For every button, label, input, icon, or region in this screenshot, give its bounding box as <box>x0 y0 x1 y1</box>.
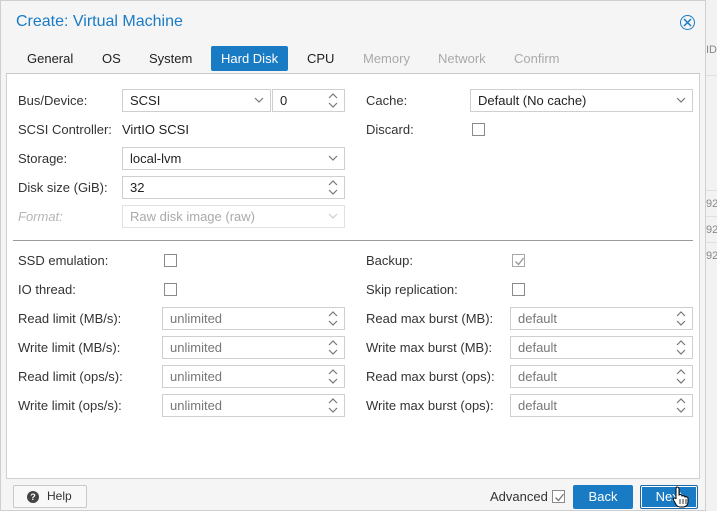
spinner-arrows-icon <box>676 369 686 384</box>
spinner-arrows-icon <box>676 398 686 413</box>
storage-value: local-lvm <box>130 151 182 166</box>
background-text: ID <box>706 44 717 56</box>
read-max-burst-ops-input[interactable]: default <box>510 365 693 388</box>
read-limit-mbs-input[interactable]: unlimited <box>162 307 345 330</box>
write-max-burst-mb-label: Write max burst (MB): <box>366 340 493 355</box>
spinner-arrows-icon <box>676 340 686 355</box>
read-max-burst-ops-label: Read max burst (ops): <box>366 369 495 384</box>
disk-size-label: Disk size (GiB): <box>18 180 108 195</box>
read-limit-ops-label: Read limit (ops/s): <box>18 369 123 384</box>
spinner-arrows-icon <box>328 398 338 413</box>
ssd-emulation-checkbox[interactable] <box>164 254 177 267</box>
chevron-down-icon <box>676 97 686 103</box>
format-select: Raw disk image (raw) <box>122 205 345 228</box>
chevron-down-icon <box>328 155 338 161</box>
tab-system[interactable]: System <box>139 46 202 71</box>
read-max-burst-mb-input[interactable]: default <box>510 307 693 330</box>
read-limit-ops-input[interactable]: unlimited <box>162 365 345 388</box>
chevron-down-icon <box>254 97 264 103</box>
write-limit-mbs-label: Write limit (MB/s): <box>18 340 121 355</box>
wizard-tabs: General OS System Hard Disk CPU Memory N… <box>1 46 705 72</box>
spinner-arrows-icon <box>328 340 338 355</box>
write-limit-mbs-input[interactable]: unlimited <box>162 336 345 359</box>
help-button[interactable]: ? Help <box>13 485 87 508</box>
scsi-controller-value: VirtIO SCSI <box>122 122 189 137</box>
format-value: Raw disk image (raw) <box>130 209 255 224</box>
question-circle-icon: ? <box>27 491 39 503</box>
tab-cpu[interactable]: CPU <box>297 46 344 71</box>
disk-size-value: 32 <box>130 180 145 195</box>
checkmark-icon <box>515 257 525 266</box>
chevron-down-icon <box>328 213 338 219</box>
disk-size-spinner[interactable]: 32 <box>122 176 345 199</box>
background-text: 92 <box>706 250 717 262</box>
advanced-separator <box>13 240 693 241</box>
cache-value: Default (No cache) <box>478 93 587 108</box>
write-max-burst-ops-input[interactable]: default <box>510 394 693 417</box>
storage-label: Storage: <box>18 151 68 166</box>
skip-replication-checkbox[interactable] <box>512 283 525 296</box>
create-vm-dialog: Create: Virtual Machine General OS Syste… <box>0 0 706 511</box>
cache-select[interactable]: Default (No cache) <box>470 89 693 112</box>
tab-general[interactable]: General <box>17 46 83 71</box>
close-icon[interactable] <box>680 15 695 30</box>
tab-confirm: Confirm <box>514 51 560 66</box>
io-thread-label: IO thread: <box>18 282 76 297</box>
write-limit-ops-label: Write limit (ops/s): <box>18 398 122 413</box>
backup-checkbox <box>512 254 525 267</box>
bus-device-label: Bus/Device: <box>18 93 88 108</box>
bus-select[interactable]: SCSI <box>122 89 271 112</box>
cache-label: Cache: <box>366 93 408 108</box>
scsi-controller-label: SCSI Controller: <box>18 122 112 137</box>
help-label: Help <box>47 489 72 503</box>
hand-cursor-icon <box>672 486 689 508</box>
io-thread-checkbox[interactable] <box>164 283 177 296</box>
read-limit-mbs-placeholder: unlimited <box>170 311 223 326</box>
write-limit-mbs-placeholder: unlimited <box>170 340 223 355</box>
ssd-emulation-label: SSD emulation: <box>18 253 109 268</box>
background-text: 92 <box>706 198 717 210</box>
write-limit-ops-placeholder: unlimited <box>170 398 223 413</box>
tab-memory: Memory <box>363 51 410 66</box>
read-limit-mbs-label: Read limit (MB/s): <box>18 311 122 326</box>
read-max-burst-mb-label: Read max burst (MB): <box>366 311 494 326</box>
discard-checkbox[interactable] <box>472 123 485 136</box>
checkmark-icon <box>555 493 565 502</box>
spinner-arrows-icon <box>328 180 338 195</box>
read-max-burst-ops-placeholder: default <box>518 369 558 384</box>
read-max-burst-mb-placeholder: default <box>518 311 558 326</box>
back-button[interactable]: Back <box>573 485 633 509</box>
tab-network: Network <box>438 51 486 66</box>
read-limit-ops-placeholder: unlimited <box>170 369 223 384</box>
bus-value: SCSI <box>130 93 161 108</box>
discard-label: Discard: <box>366 122 414 137</box>
backup-label: Backup: <box>366 253 413 268</box>
advanced-label: Advanced <box>490 489 548 504</box>
write-max-burst-ops-placeholder: default <box>518 398 558 413</box>
spinner-arrows-icon <box>328 369 338 384</box>
device-number-spinner[interactable]: 0 <box>272 89 345 112</box>
tab-os[interactable]: OS <box>92 46 131 71</box>
storage-select[interactable]: local-lvm <box>122 147 345 170</box>
dialog-titlebar[interactable]: Create: Virtual Machine <box>1 1 705 41</box>
dialog-title: Create: Virtual Machine <box>16 13 183 30</box>
background-text: 92 <box>706 224 717 236</box>
dialog-footer: ? Help Advanced Back Next <box>1 479 705 512</box>
tab-hard-disk[interactable]: Hard Disk <box>211 46 289 71</box>
spinner-arrows-icon <box>676 311 686 326</box>
write-limit-ops-input[interactable]: unlimited <box>162 394 345 417</box>
write-max-burst-mb-input[interactable]: default <box>510 336 693 359</box>
advanced-checkbox[interactable] <box>552 490 565 503</box>
spinner-arrows-icon <box>328 93 338 108</box>
device-value: 0 <box>280 93 288 108</box>
write-max-burst-ops-label: Write max burst (ops): <box>366 398 494 413</box>
write-max-burst-mb-placeholder: default <box>518 340 558 355</box>
skip-replication-label: Skip replication: <box>366 282 458 297</box>
format-label: Format: <box>18 209 63 224</box>
spinner-arrows-icon <box>328 311 338 326</box>
